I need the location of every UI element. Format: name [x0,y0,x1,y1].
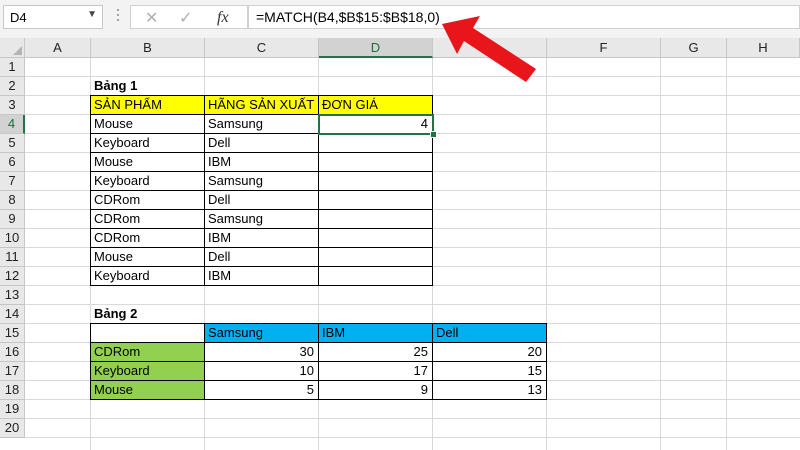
table1-price-cell[interactable] [318,266,433,286]
chevron-down-icon[interactable]: ▼ [87,9,97,20]
table1-price-cell[interactable] [318,228,433,248]
row-header-16[interactable]: 16 [0,343,25,362]
table1-price-cell[interactable] [318,209,433,229]
row-header-9[interactable]: 9 [0,210,25,229]
row-header-12[interactable]: 12 [0,267,25,286]
table2-value-cell[interactable]: 15 [432,361,547,381]
row-header-13[interactable]: 13 [0,286,25,305]
column-header-a[interactable]: A [25,38,91,58]
column-header-g[interactable]: G [661,38,727,58]
table1-header-maker[interactable]: HÃNG SẢN XUẤT [204,95,319,115]
table1-header-price[interactable]: ĐƠN GIÁ [318,95,433,115]
name-box-value: D4 [10,10,27,25]
table1-maker-cell[interactable]: Dell [204,190,319,210]
row-header-2[interactable]: 2 [0,77,25,96]
table1-maker-cell[interactable]: Samsung [204,114,319,134]
table1-product-cell[interactable]: Mouse [90,114,205,134]
table2-value-cell[interactable]: 25 [318,342,433,362]
row-header-3[interactable]: 3 [0,96,25,115]
table1-header-product[interactable]: SẢN PHẨM [90,95,205,115]
column-header-d[interactable]: D [319,38,433,58]
row-header-4[interactable]: 4 [0,115,25,134]
table1-maker-cell[interactable]: IBM [204,152,319,172]
row-header-10[interactable]: 10 [0,229,25,248]
name-box[interactable]: D4 ▼ [3,5,103,29]
table1-product-cell[interactable]: Keyboard [90,171,205,191]
drag-handle-icon[interactable] [111,6,125,28]
table1-product-cell[interactable]: CDRom [90,190,205,210]
table1-product-cell[interactable]: Keyboard [90,133,205,153]
formula-text: =MATCH(B4,$B$15:$B$18,0) [256,9,440,25]
formula-bar-area: D4 ▼ ✕ ✓ fx =MATCH(B4,$B$15:$B$18,0) [0,0,800,38]
column-header-b[interactable]: B [91,38,205,58]
insert-function-icon[interactable]: fx [217,9,229,27]
table2-value-cell[interactable]: 5 [204,380,319,400]
table1-price-cell[interactable] [318,190,433,210]
column-header-f[interactable]: F [547,38,661,58]
table2-title[interactable]: Bảng 2 [91,305,205,324]
table1-product-cell[interactable]: Mouse [90,152,205,172]
table1-price-cell[interactable] [318,133,433,153]
column-header-h[interactable]: H [727,38,800,58]
table2-value-cell[interactable]: 13 [432,380,547,400]
table1-maker-cell[interactable]: IBM [204,266,319,286]
table1-product-cell[interactable]: Keyboard [90,266,205,286]
x-icon[interactable]: ✕ [145,8,158,28]
table2-value-cell[interactable]: 30 [204,342,319,362]
table2-header-empty[interactable] [90,323,205,343]
row-header-1[interactable]: 1 [0,58,25,77]
row-header-8[interactable]: 8 [0,191,25,210]
check-icon[interactable]: ✓ [179,8,192,28]
table1-maker-cell[interactable]: Samsung [204,171,319,191]
fill-handle[interactable] [430,131,437,138]
row-header-19[interactable]: 19 [0,400,25,419]
column-header-c[interactable]: C [205,38,319,58]
table2-value-cell[interactable]: 10 [204,361,319,381]
table1-maker-cell[interactable]: Dell [204,133,319,153]
active-cell-selection[interactable] [318,114,434,135]
table2-product-cell[interactable]: CDRom [90,342,205,362]
table2-header-samsung[interactable]: Samsung [204,323,319,343]
table2-value-cell[interactable]: 17 [318,361,433,381]
row-header-20[interactable]: 20 [0,419,25,438]
table1-maker-cell[interactable]: IBM [204,228,319,248]
row-header-6[interactable]: 6 [0,153,25,172]
table2-header-dell[interactable]: Dell [432,323,547,343]
table1-maker-cell[interactable]: Dell [204,247,319,267]
table1-price-cell[interactable] [318,171,433,191]
formula-buttons: ✕ ✓ fx [130,5,248,29]
row-header-14[interactable]: 14 [0,305,25,324]
row-header-7[interactable]: 7 [0,172,25,191]
row-header-5[interactable]: 5 [0,134,25,153]
table2-product-cell[interactable]: Keyboard [90,361,205,381]
table1-maker-cell[interactable]: Samsung [204,209,319,229]
table2-value-cell[interactable]: 9 [318,380,433,400]
table1-product-cell[interactable]: CDRom [90,228,205,248]
table2-header-ibm[interactable]: IBM [318,323,433,343]
table2-product-cell[interactable]: Mouse [90,380,205,400]
table1-product-cell[interactable]: CDRom [90,209,205,229]
red-arrow-annotation [442,16,536,82]
row-header-18[interactable]: 18 [0,381,25,400]
row-header-15[interactable]: 15 [0,324,25,343]
table2-value-cell[interactable]: 20 [432,342,547,362]
table1-price-cell[interactable] [318,247,433,267]
row-header-17[interactable]: 17 [0,362,25,381]
select-all-button[interactable] [0,38,25,58]
table1-price-cell[interactable] [318,152,433,172]
row-header-11[interactable]: 11 [0,248,25,267]
table1-product-cell[interactable]: Mouse [90,247,205,267]
table1-title[interactable]: Bảng 1 [91,77,205,96]
